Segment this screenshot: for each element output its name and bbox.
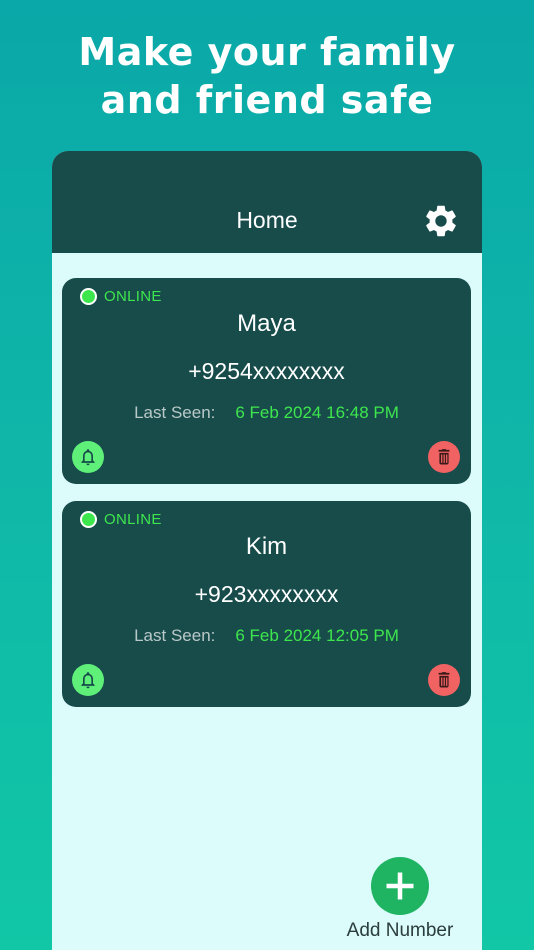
contact-phone: +923xxxxxxxx [194,581,339,607]
promo-headline: Make your family and friend safe [0,28,534,124]
trash-icon [438,449,450,465]
settings-button[interactable] [421,201,461,241]
status-indicator: ONLINE [80,288,162,305]
contact-phone: +9254xxxxxxxx [188,358,345,384]
notify-button[interactable] [72,664,104,696]
status-label: ONLINE [104,288,162,305]
last-seen-value: 6 Feb 2024 12:05 PM [235,626,399,645]
online-dot-icon [80,288,97,305]
promo-line-1: Make your family [78,30,456,74]
trash-icon [438,672,450,688]
bell-icon [81,449,95,466]
page-title: Home [236,207,298,233]
contact-name: Kim [245,533,288,560]
status-indicator: ONLINE [80,511,162,528]
phone-screen: Home ONLINE Maya +9254xxxxxxxx Last Seen… [52,151,482,950]
add-number-label[interactable]: Add Number [338,920,462,942]
contact-name: Maya [237,310,296,337]
notify-button[interactable] [72,441,104,473]
bell-icon [81,672,95,689]
last-seen: Last Seen: 6 Feb 2024 16:48 PM [62,403,471,423]
online-dot-icon [80,511,97,528]
add-number-button[interactable] [371,857,429,915]
last-seen-label: Last Seen: [134,626,216,645]
status-label: ONLINE [104,511,162,528]
delete-button[interactable] [428,664,460,696]
app-bar: Home [52,151,482,253]
contact-card[interactable]: ONLINE Maya +9254xxxxxxxx Last Seen: 6 F… [62,278,471,484]
contact-card[interactable]: ONLINE Kim +923xxxxxxxx Last Seen: 6 Feb… [62,501,471,707]
promo-line-2: and friend safe [100,78,434,122]
last-seen-value: 6 Feb 2024 16:48 PM [235,403,399,422]
plus-icon [386,872,414,900]
last-seen-label: Last Seen: [134,403,216,422]
gear-icon [426,205,456,237]
delete-button[interactable] [428,441,460,473]
last-seen: Last Seen: 6 Feb 2024 12:05 PM [62,626,471,646]
